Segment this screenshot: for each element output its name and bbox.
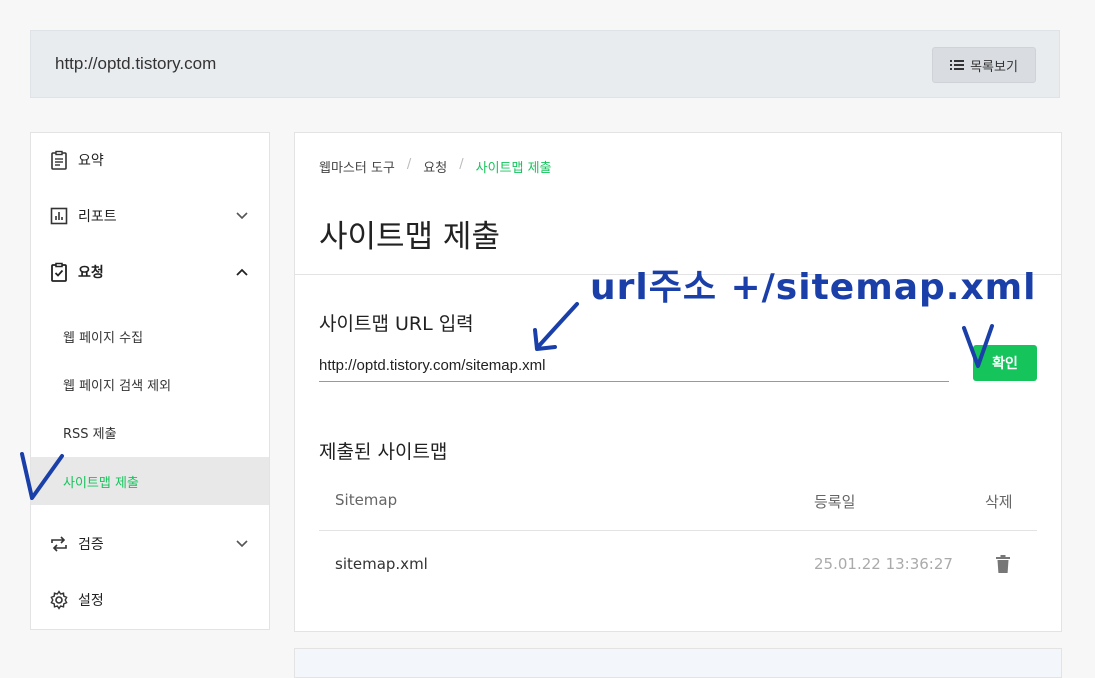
top-bar: http://optd.tistory.com 목록보기 xyxy=(30,30,1060,98)
list-icon xyxy=(950,60,965,70)
page-title: 사이트맵 제출 xyxy=(319,219,500,255)
chevron-up-icon xyxy=(236,268,248,276)
sidebar-item-label: 요약 xyxy=(78,153,104,169)
repeat-icon xyxy=(51,536,67,552)
breadcrumb-separator: / xyxy=(406,157,412,172)
sidebar-subitem-sitemap[interactable]: 사이트맵 제출 xyxy=(31,457,269,505)
sidebar-subitem-label: 웹 페이지 수집 xyxy=(63,330,144,346)
breadcrumb-current: 사이트맵 제출 xyxy=(475,161,552,176)
sidebar-item-label: 리포트 xyxy=(78,209,117,225)
sidebar-subitem-label: 웹 페이지 검색 제외 xyxy=(63,378,172,394)
submitted-sitemap-label: 제출된 사이트맵 xyxy=(319,441,448,463)
sidebar-item-request[interactable]: 요청 xyxy=(31,252,269,292)
breadcrumb: 웹마스터 도구 / 요청 / 사이트맵 제출 xyxy=(319,157,552,176)
sidebar-item-report[interactable]: 리포트 xyxy=(31,196,269,236)
sitemap-url-label: 사이트맵 URL 입력 xyxy=(319,313,474,335)
sitemap-date: 25.01.22 13:36:27 xyxy=(814,555,953,573)
breadcrumb-separator: / xyxy=(459,157,464,172)
sidebar-subitem-page-collect[interactable]: 웹 페이지 수집 xyxy=(31,313,269,359)
sidebar-subitem-page-exclude[interactable]: 웹 페이지 검색 제외 xyxy=(31,361,269,407)
sidebar-subitem-rss[interactable]: RSS 제출 xyxy=(31,409,269,455)
chevron-down-icon xyxy=(236,212,248,220)
clipboard-check-icon xyxy=(51,262,67,282)
sidebar-item-label: 검증 xyxy=(78,537,104,553)
sidebar-subitem-label: RSS 제출 xyxy=(63,426,117,442)
sidebar-item-summary[interactable]: 요약 xyxy=(31,140,269,180)
divider xyxy=(295,274,1061,275)
sidebar: 요약 리포트 요청 웹 페이지 수집 웹 페이지 검색 제외 RSS 제출 사이… xyxy=(30,132,270,630)
sidebar-subitem-label: 사이트맵 제출 xyxy=(63,475,139,491)
sidebar-item-label: 설정 xyxy=(78,593,104,609)
list-view-button[interactable]: 목록보기 xyxy=(932,47,1036,83)
main-panel: 웹마스터 도구 / 요청 / 사이트맵 제출 사이트맵 제출 사이트맵 URL … xyxy=(294,132,1062,632)
site-url: http://optd.tistory.com xyxy=(55,54,217,73)
column-header-sitemap: Sitemap xyxy=(335,491,398,509)
list-view-label: 목록보기 xyxy=(970,59,1018,75)
column-header-date: 등록일 xyxy=(814,493,856,511)
trash-icon[interactable] xyxy=(995,554,1011,574)
sidebar-item-label: 요청 xyxy=(78,265,104,281)
bar-chart-icon xyxy=(50,207,68,225)
bottom-panel xyxy=(294,648,1062,678)
breadcrumb-item[interactable]: 요청 xyxy=(423,157,447,176)
sitemap-url-input[interactable] xyxy=(319,349,949,382)
sitemap-name: sitemap.xml xyxy=(335,555,428,573)
table-divider xyxy=(319,530,1037,531)
sidebar-item-verify[interactable]: 검증 xyxy=(31,524,269,564)
clipboard-icon xyxy=(51,150,67,170)
confirm-button[interactable]: 확인 xyxy=(973,345,1037,381)
column-header-delete: 삭제 xyxy=(985,493,1013,511)
sidebar-item-settings[interactable]: 설정 xyxy=(31,580,269,620)
gear-icon xyxy=(50,590,68,610)
breadcrumb-item[interactable]: 웹마스터 도구 xyxy=(319,157,395,176)
chevron-down-icon xyxy=(236,540,248,548)
